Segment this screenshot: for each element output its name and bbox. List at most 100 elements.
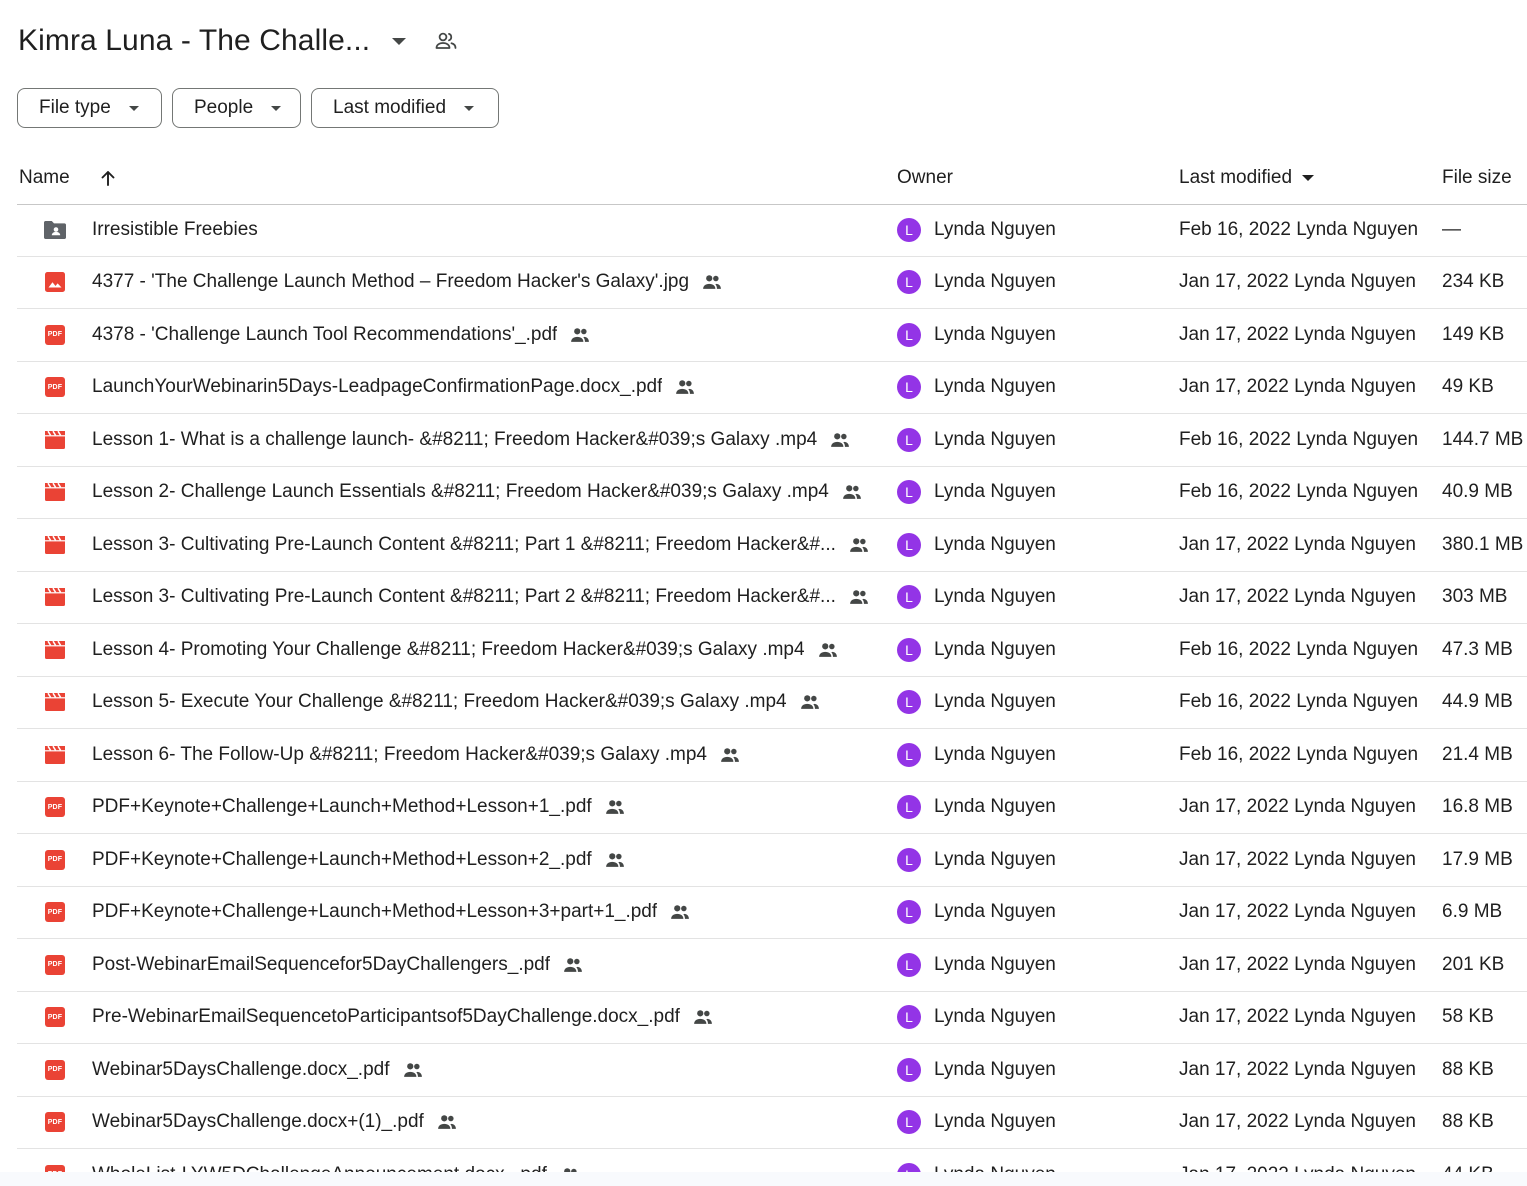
file-name-cell: Irresistible Freebies: [92, 204, 892, 256]
table-row[interactable]: PDF WholeList-LYW5DChallengeAnnouncement.…: [17, 1149, 1527, 1172]
last-modified-cell: Feb 16, 2022 Lynda Nguyen: [1179, 743, 1419, 765]
file-size-cell: 234 KB: [1442, 271, 1505, 293]
last-modified-cell: Jan 17, 2022 Lynda Nguyen: [1179, 953, 1416, 975]
table-row[interactable]: Irresistible Freebies L Lynda Nguyen Feb 16…: [17, 204, 1527, 257]
last-modified-cell: Jan 17, 2022 Lynda Nguyen: [1179, 533, 1416, 555]
chevron-down-icon[interactable]: [392, 37, 407, 45]
owner-cell: L Lynda Nguyen: [897, 939, 1056, 991]
table-row[interactable]: PDF Pre-WebinarEmailSequencetoParticipant…: [17, 992, 1527, 1044]
file-name[interactable]: PDF+Keynote+Challenge+Launch+Method+Less…: [92, 901, 657, 923]
file-name-cell: PDF+Keynote+Challenge+Launch+Method+Less…: [92, 887, 892, 939]
file-name-cell: Webinar5DaysChallenge.docx+(1)_.pdf: [92, 1097, 892, 1149]
column-header-file-size[interactable]: File size: [1442, 152, 1512, 204]
owner-name: Lynda Nguyen: [934, 743, 1056, 765]
file-size-cell: 47.3 MB: [1442, 638, 1513, 660]
avatar: L: [897, 480, 921, 505]
last-modified-cell: Jan 17, 2022 Lynda Nguyen: [1179, 901, 1416, 923]
column-header-last-modified[interactable]: Last modified: [1179, 152, 1315, 204]
shared-icon: [817, 639, 839, 661]
pdf-file-icon: PDF: [42, 782, 68, 834]
owner-cell: L Lynda Nguyen: [897, 1097, 1056, 1149]
table-row[interactable]: Lesson 1- What is a challenge launch- &#…: [17, 414, 1527, 467]
last-modified-cell: Jan 17, 2022 Lynda Nguyen: [1179, 1006, 1416, 1028]
avatar: L: [897, 217, 921, 242]
file-name[interactable]: PDF+Keynote+Challenge+Launch+Method+Less…: [92, 849, 592, 871]
file-name[interactable]: Lesson 4- Promoting Your Challenge &#821…: [92, 639, 805, 661]
table-row[interactable]: PDF Webinar5DaysChallenge.docx_.pdf L Lynda…: [17, 1044, 1527, 1097]
file-name[interactable]: Webinar5DaysChallenge.docx+(1)_.pdf: [92, 1111, 424, 1133]
shared-people-icon[interactable]: [434, 29, 458, 53]
table-row[interactable]: Lesson 5- Execute Your Challenge &#8211;…: [17, 677, 1527, 729]
table-row[interactable]: Lesson 6- The Follow-Up &#8211; Freedom …: [17, 729, 1527, 782]
folder-title[interactable]: Kimra Luna - The Challe...: [18, 24, 370, 58]
file-size-cell: —: [1442, 218, 1461, 240]
table-row[interactable]: Lesson 2- Challenge Launch Essentials &#…: [17, 467, 1527, 519]
file-name[interactable]: Lesson 3- Cultivating Pre-Launch Content…: [92, 534, 836, 556]
table-row[interactable]: PDF Post-WebinarEmailSequencefor5DayChall…: [17, 939, 1527, 992]
pdf-file-icon: PDF: [42, 1044, 68, 1096]
owner-name: Lynda Nguyen: [934, 533, 1056, 555]
sort-ascending-icon[interactable]: [99, 152, 117, 204]
file-name[interactable]: Lesson 2- Challenge Launch Essentials &#…: [92, 481, 829, 503]
table-row[interactable]: PDF PDF+Keynote+Challenge+Launch+Method+L…: [17, 887, 1527, 939]
sort-dropdown-icon[interactable]: [1302, 175, 1315, 181]
table-row[interactable]: PDF Webinar5DaysChallenge.docx+(1)_.pdf L L…: [17, 1097, 1527, 1149]
shared-icon: [841, 481, 863, 503]
shared-icon: [436, 1111, 458, 1133]
file-name[interactable]: WholeList-LYW5DChallengeAnnouncement.doc…: [92, 1164, 547, 1172]
file-size-cell: 58 KB: [1442, 1006, 1494, 1028]
file-size-cell: 88 KB: [1442, 1058, 1494, 1080]
table-row[interactable]: Lesson 3- Cultivating Pre-Launch Content…: [17, 519, 1527, 572]
image-file-icon: [42, 257, 68, 309]
table-row[interactable]: PDF PDF+Keynote+Challenge+Launch+Method+L…: [17, 834, 1527, 887]
shared-icon: [604, 796, 626, 818]
table-row[interactable]: PDF PDF+Keynote+Challenge+Launch+Method+L…: [17, 782, 1527, 834]
shared-icon: [402, 1059, 424, 1081]
avatar: L: [897, 270, 921, 295]
file-name[interactable]: Post-WebinarEmailSequencefor5DayChalleng…: [92, 954, 550, 976]
file-name[interactable]: Webinar5DaysChallenge.docx_.pdf: [92, 1059, 390, 1081]
file-size-cell: 40.9 MB: [1442, 481, 1513, 503]
file-size-cell: 303 MB: [1442, 586, 1508, 608]
table-row[interactable]: PDF LaunchYourWebinarin5Days-LeadpageConf…: [17, 362, 1527, 414]
last-modified-cell: Feb 16, 2022 Lynda Nguyen: [1179, 638, 1419, 660]
table-row[interactable]: 4377 - 'The Challenge Launch Method – Fr…: [17, 257, 1527, 309]
last-modified-filter[interactable]: Last modified: [311, 88, 499, 128]
file-size-cell: 88 KB: [1442, 1111, 1494, 1133]
people-filter[interactable]: People: [172, 88, 301, 128]
file-name[interactable]: 4377 - 'The Challenge Launch Method – Fr…: [92, 271, 689, 293]
avatar: L: [897, 900, 921, 925]
owner-cell: L Lynda Nguyen: [897, 624, 1056, 676]
file-name[interactable]: Pre-WebinarEmailSequencetoParticipantsof…: [92, 1006, 680, 1028]
shared-icon: [829, 429, 851, 451]
file-size-cell: 21.4 MB: [1442, 743, 1513, 765]
file-name[interactable]: PDF+Keynote+Challenge+Launch+Method+Less…: [92, 796, 592, 818]
column-header-name[interactable]: Name: [19, 152, 70, 204]
last-modified-cell: Jan 17, 2022 Lynda Nguyen: [1179, 1149, 1416, 1172]
owner-name: Lynda Nguyen: [934, 1058, 1056, 1080]
owner-cell: L Lynda Nguyen: [897, 992, 1056, 1044]
avatar: L: [897, 952, 921, 977]
file-name[interactable]: Irresistible Freebies: [92, 219, 258, 241]
avatar: L: [897, 427, 921, 452]
table-row[interactable]: Lesson 3- Cultivating Pre-Launch Content…: [17, 572, 1527, 624]
file-type-filter[interactable]: File type: [17, 88, 162, 128]
file-name-cell: Lesson 2- Challenge Launch Essentials &#…: [92, 467, 892, 519]
shared-icon: [562, 954, 584, 976]
avatar: L: [897, 1057, 921, 1082]
column-header-owner[interactable]: Owner: [897, 152, 953, 204]
file-name[interactable]: Lesson 6- The Follow-Up &#8211; Freedom …: [92, 744, 707, 766]
file-name[interactable]: Lesson 1- What is a challenge launch- &#…: [92, 429, 817, 451]
file-name[interactable]: Lesson 3- Cultivating Pre-Launch Content…: [92, 586, 836, 608]
table-row[interactable]: PDF 4378 - 'Challenge Launch Tool Recomme…: [17, 309, 1527, 362]
file-name[interactable]: 4378 - 'Challenge Launch Tool Recommenda…: [92, 324, 557, 346]
owner-cell: L Lynda Nguyen: [897, 887, 1056, 939]
shared-icon: [848, 586, 870, 608]
file-size-cell: 201 KB: [1442, 953, 1505, 975]
file-size-cell: 6.9 MB: [1442, 901, 1503, 923]
file-name-cell: WholeList-LYW5DChallengeAnnouncement.doc…: [92, 1149, 892, 1172]
file-size-cell: 17.9 MB: [1442, 848, 1513, 870]
file-name[interactable]: LaunchYourWebinarin5Days-LeadpageConfirm…: [92, 376, 662, 398]
file-name[interactable]: Lesson 5- Execute Your Challenge &#8211;…: [92, 691, 787, 713]
table-row[interactable]: Lesson 4- Promoting Your Challenge &#821…: [17, 624, 1527, 677]
